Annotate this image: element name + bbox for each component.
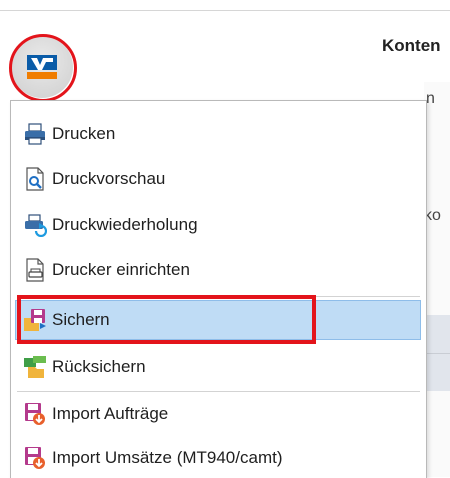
menu-item-label: Import Aufträge — [52, 404, 169, 423]
menu-item-import-auftraege[interactable]: Import Aufträge — [16, 395, 420, 433]
menu-item-druckvorschau[interactable]: Druckvorschau — [16, 160, 420, 198]
menu-separator — [17, 391, 420, 392]
background-right-pane — [424, 82, 450, 477]
menu-item-drucken[interactable]: Drucken — [16, 115, 420, 153]
window-top-border — [0, 10, 450, 11]
print-preview-icon — [22, 166, 48, 192]
background-window-title: Konten — [382, 36, 441, 55]
menu-item-drucker-einrichten[interactable]: Drucker einrichten — [16, 251, 420, 289]
menu-item-import-umsaetze[interactable]: Import Umsätze (MT940/camt) — [16, 439, 420, 477]
background-text-fragment: ko — [424, 207, 441, 224]
menu-item-label: Drucken — [52, 124, 116, 143]
restore-backup-icon — [22, 354, 48, 380]
application-menu: Drucken Druckvorschau Druckwiederholung — [10, 100, 427, 478]
menu-item-sichern[interactable]: Sichern — [15, 300, 421, 340]
printer-icon — [22, 121, 48, 147]
menu-item-druckwiederholung[interactable]: Druckwiederholung — [16, 206, 420, 244]
save-backup-icon — [22, 307, 48, 333]
menu-item-label: Rücksichern — [52, 357, 146, 376]
menu-separator — [17, 296, 420, 297]
menu-item-ruecksichern[interactable]: Rücksichern — [16, 348, 420, 386]
import-transactions-icon — [22, 445, 48, 471]
import-orders-icon — [22, 401, 48, 427]
menu-item-label: Sichern — [52, 310, 110, 329]
print-repeat-icon — [22, 212, 48, 238]
volksbank-logo-icon — [27, 55, 57, 79]
printer-setup-icon — [22, 257, 48, 283]
menu-item-label: Import Umsätze (MT940/camt) — [52, 448, 283, 467]
menu-item-label: Druckvorschau — [52, 169, 166, 188]
background-text-fragment: n — [426, 90, 435, 107]
menu-item-label: Drucker einrichten — [52, 260, 190, 279]
menu-item-label: Druckwiederholung — [52, 215, 198, 234]
